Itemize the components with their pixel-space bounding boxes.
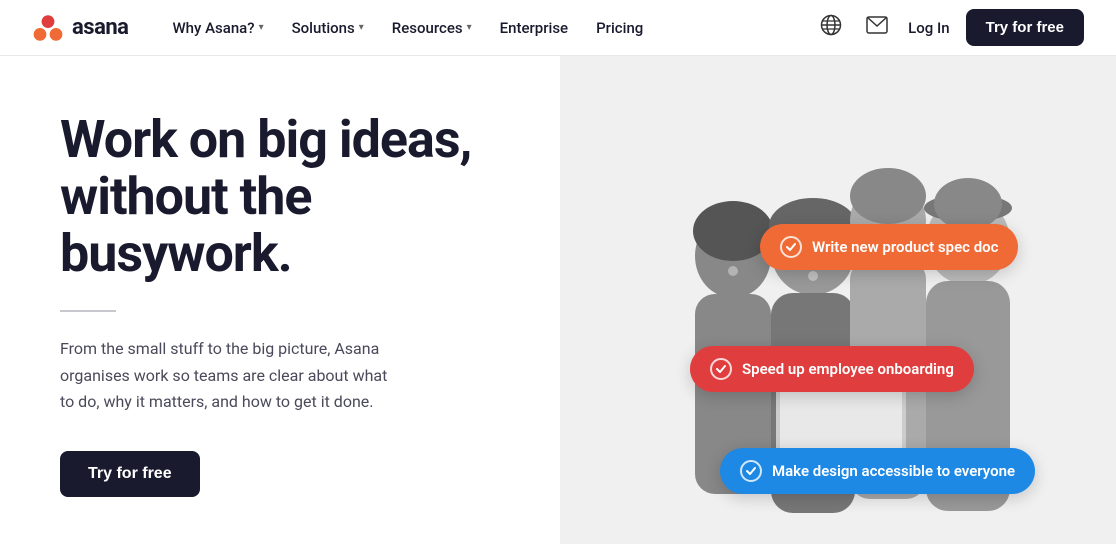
- nav-try-free-button[interactable]: Try for free: [966, 9, 1084, 46]
- logo-text: asana: [72, 15, 128, 40]
- nav-link-why-asana[interactable]: Why Asana? ▾: [160, 13, 275, 43]
- hero-left-panel: Work on big ideas, without the busywork.…: [0, 56, 560, 544]
- check-icon: [780, 236, 802, 258]
- badge-product-spec: Write new product spec doc: [760, 224, 1018, 270]
- main-content: Work on big ideas, without the busywork.…: [0, 56, 1116, 544]
- nav-link-enterprise[interactable]: Enterprise: [488, 13, 580, 43]
- mail-icon[interactable]: [862, 12, 892, 43]
- hero-right-panel: Write new product spec doc Speed up empl…: [560, 56, 1116, 544]
- chevron-down-icon: ▾: [359, 22, 364, 33]
- check-icon: [740, 460, 762, 482]
- chevron-down-icon: ▾: [467, 22, 472, 33]
- nav-link-resources[interactable]: Resources ▾: [380, 13, 484, 43]
- nav-link-pricing[interactable]: Pricing: [584, 13, 655, 43]
- login-link[interactable]: Log In: [908, 19, 949, 37]
- nav-right: Log In Try for free: [816, 9, 1084, 46]
- logo[interactable]: asana: [32, 12, 128, 44]
- nav-link-solutions[interactable]: Solutions ▾: [280, 13, 376, 43]
- navigation: asana Why Asana? ▾ Solutions ▾ Resources…: [0, 0, 1116, 56]
- hero-divider: [60, 310, 116, 312]
- badge-onboarding: Speed up employee onboarding: [690, 346, 974, 392]
- nav-links: Why Asana? ▾ Solutions ▾ Resources ▾ Ent…: [160, 13, 816, 43]
- chevron-down-icon: ▾: [259, 22, 264, 33]
- badge-design: Make design accessible to everyone: [720, 448, 1035, 494]
- language-selector[interactable]: [816, 10, 846, 46]
- hero-title: Work on big ideas, without the busywork.: [60, 111, 500, 283]
- hero-description: From the small stuff to the big picture,…: [60, 336, 400, 415]
- check-icon: [710, 358, 732, 380]
- hero-try-free-button[interactable]: Try for free: [60, 451, 200, 497]
